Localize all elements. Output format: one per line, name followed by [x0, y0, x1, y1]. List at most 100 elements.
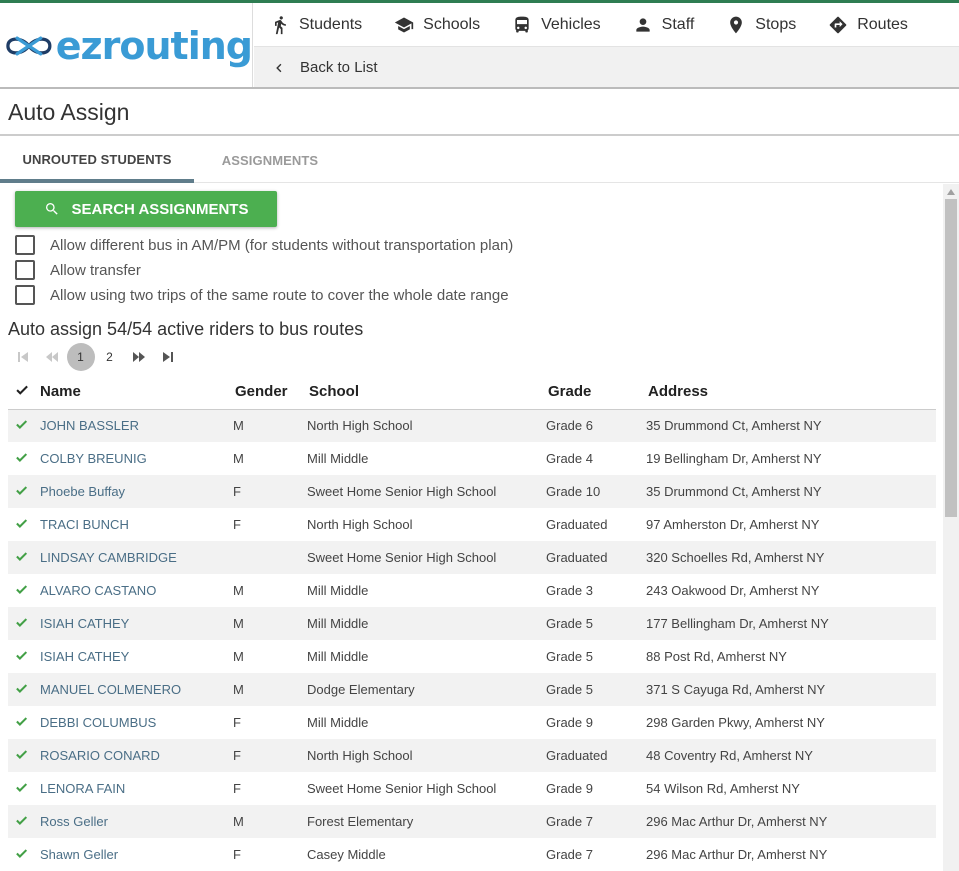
student-name-link[interactable]: ISIAH CATHEY [40, 616, 129, 631]
table-row[interactable]: MANUEL COLMENERO M Dodge Elementary Grade 5… [8, 673, 936, 706]
row-select-checkbox[interactable] [8, 409, 40, 442]
row-select-checkbox[interactable] [8, 607, 40, 640]
chevron-left-icon [276, 63, 282, 72]
prev-page-button[interactable] [37, 343, 66, 371]
column-header-school[interactable]: School [307, 375, 546, 410]
map-pin-icon [730, 16, 743, 33]
address-cell: 298 Garden Pkwy, Amherst NY [646, 715, 825, 730]
table-row[interactable]: Ross Geller M Forest Elementary Grade 7 296 … [8, 805, 936, 838]
back-to-list-link[interactable]: Back to List [254, 46, 959, 88]
search-icon [45, 203, 58, 215]
address-cell: 177 Bellingham Dr, Amherst NY [646, 607, 936, 640]
first-page-button[interactable] [8, 343, 37, 371]
table-row[interactable]: ISIAH CATHEY M Mill Middle Grade 5 177 Belli… [8, 607, 936, 640]
student-name-link[interactable]: LENORA FAIN [40, 781, 125, 796]
row-select-checkbox[interactable] [8, 541, 40, 574]
page-1-button[interactable]: 1 [66, 343, 95, 371]
student-name-link[interactable]: TRACI BUNCH [40, 517, 129, 532]
pagination: 1 2 [8, 343, 182, 371]
gender-cell: M [233, 583, 244, 598]
table-row[interactable]: COLBY BREUNIG M Mill Middle Grade 4 19 Belli… [8, 442, 936, 475]
row-select-checkbox[interactable] [8, 706, 40, 739]
row-select-checkbox[interactable] [8, 739, 40, 772]
student-name-cell: ROSARIO CONARD [40, 739, 233, 772]
table-row[interactable]: ROSARIO CONARD F North High School Graduate… [8, 739, 936, 772]
gender-cell: F [233, 739, 307, 772]
nav-stops[interactable]: Stops [710, 3, 812, 46]
column-header-gender[interactable]: Gender [233, 375, 307, 410]
page-2-button[interactable]: 2 [95, 343, 124, 371]
table-row[interactable]: ISIAH CATHEY M Mill Middle Grade 5 88 Post R… [8, 640, 936, 673]
row-select-checkbox[interactable] [8, 673, 40, 706]
table-row[interactable]: LINDSAY CAMBRIDGE Sweet Home Senior High … [8, 541, 936, 574]
column-header-name[interactable]: Name [40, 375, 233, 410]
nav-vehicles[interactable]: Vehicles [496, 3, 617, 46]
student-name-link[interactable]: ISIAH CATHEY [40, 649, 129, 664]
bus-icon [515, 16, 529, 32]
gender-cell: M [233, 673, 307, 706]
search-assignments-label: SEARCH ASSIGNMENTS [71, 200, 249, 218]
student-name-link[interactable]: JOHN BASSLER [40, 418, 139, 433]
nav-stops-label: Stops [755, 15, 797, 33]
table-row[interactable]: ALVARO CASTANO M Mill Middle Grade 3 243 Oak… [8, 574, 936, 607]
table-row[interactable]: Shawn Geller F Casey Middle Grade 7 296 Mac … [8, 838, 936, 871]
student-name-link[interactable]: DEBBI COLUMBUS [40, 715, 156, 730]
address-cell: 243 Oakwood Dr, Amherst NY [646, 583, 820, 598]
student-name-link[interactable]: MANUEL COLMENERO [40, 682, 181, 697]
tab-assignments[interactable]: ASSIGNMENTS [194, 138, 346, 183]
table-header-row: Name Gender School Grade Address [8, 375, 936, 410]
nav-schools[interactable]: Schools [378, 3, 496, 46]
search-assignments-button[interactable]: SEARCH ASSIGNMENTS [15, 191, 277, 227]
grade-cell: Graduated [546, 541, 646, 574]
school-cell: Sweet Home Senior High School [307, 541, 546, 574]
student-name-link[interactable]: Shawn Geller [40, 847, 118, 862]
allow-transfer-checkbox[interactable] [15, 260, 35, 280]
student-name-link[interactable]: ALVARO CASTANO [40, 583, 156, 598]
student-name-cell: JOHN BASSLER [40, 409, 233, 442]
row-select-checkbox[interactable] [8, 805, 40, 838]
nav-vehicles-label: Vehicles [541, 15, 601, 33]
nav-staff[interactable]: Staff [617, 3, 711, 46]
table-row[interactable]: Phoebe Buffay F Sweet Home Senior High Sch… [8, 475, 936, 508]
student-name-link[interactable]: ROSARIO CONARD [40, 748, 160, 763]
student-name-link[interactable]: COLBY BREUNIG [40, 451, 147, 466]
vertical-scrollbar[interactable] [943, 184, 959, 871]
table-row[interactable]: DEBBI COLUMBUS F Mill Middle Grade 9 298 Gar… [8, 706, 936, 739]
logo[interactable]: ezrouting [0, 3, 253, 88]
scroll-up-arrow[interactable] [943, 184, 959, 199]
row-select-checkbox[interactable] [8, 772, 40, 805]
row-select-checkbox[interactable] [8, 574, 40, 607]
student-name-link[interactable]: Ross Geller [40, 814, 108, 829]
school-cell: Sweet Home Senior High School [307, 781, 497, 796]
column-header-grade[interactable]: Grade [546, 375, 646, 410]
nav-staff-label: Staff [661, 15, 695, 33]
last-page-button[interactable] [153, 343, 182, 371]
row-select-checkbox[interactable] [8, 640, 40, 673]
student-name-link[interactable]: LINDSAY CAMBRIDGE [40, 550, 177, 565]
tab-unrouted-students[interactable]: UNROUTED STUDENTS [0, 138, 194, 183]
nav-students[interactable]: Students [254, 3, 378, 46]
two-trips-checkbox[interactable] [15, 285, 35, 305]
check-icon [16, 617, 28, 627]
row-select-checkbox[interactable] [8, 838, 40, 871]
school-cell: North High School [307, 409, 546, 442]
gender-cell: M [233, 649, 244, 664]
row-select-checkbox[interactable] [8, 475, 40, 508]
column-header-address[interactable]: Address [646, 375, 936, 410]
scrollbar-thumb[interactable] [945, 199, 957, 517]
next-page-button[interactable] [124, 343, 153, 371]
table-row[interactable]: TRACI BUNCH F North High School Graduated 97… [8, 508, 936, 541]
different-bus-label: Allow different bus in AM/PM (for studen… [50, 236, 514, 254]
school-cell: Mill Middle [307, 583, 369, 598]
select-all-header[interactable] [8, 375, 40, 410]
different-bus-checkbox[interactable] [15, 235, 35, 255]
option-two-trips: Allow using two trips of the same route … [15, 285, 509, 305]
table-row[interactable]: LENORA FAIN F Sweet Home Senior High Schoo… [8, 772, 936, 805]
row-select-checkbox[interactable] [8, 442, 40, 475]
student-name-link[interactable]: Phoebe Buffay [40, 484, 125, 499]
nav-routes-label: Routes [857, 15, 908, 33]
student-name-cell: DEBBI COLUMBUS [40, 706, 233, 739]
nav-routes[interactable]: Routes [812, 3, 924, 46]
row-select-checkbox[interactable] [8, 508, 40, 541]
table-row[interactable]: JOHN BASSLER M North High School Grade 6 35 … [8, 409, 936, 442]
